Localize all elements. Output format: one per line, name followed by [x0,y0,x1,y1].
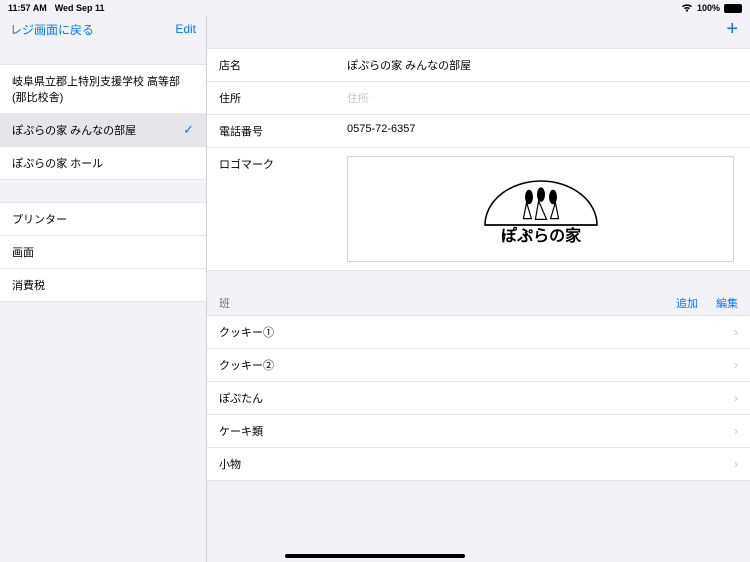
sidebar-item-label: 画面 [12,244,34,260]
sidebar-item-screen[interactable]: 画面 [0,236,206,269]
main-panel: + 店名 ぽぷらの家 みんなの部屋 住所 住所 電話番号 0575-72-635… [207,16,750,562]
sidebar-item-label: ぽぷらの家 ホール [12,155,103,171]
home-indicator[interactable] [285,554,465,558]
chevron-right-icon: › [734,325,738,339]
chevron-right-icon: › [734,358,738,372]
sidebar-item-label: 消費税 [12,277,45,293]
field-label: 住所 [219,90,347,106]
field-placeholder: 住所 [347,90,738,106]
sidebar-store-item[interactable]: 岐阜県立郡上特別支援学校 高等部(那比校舎) [0,64,206,114]
group-item-label: クッキー② [219,357,274,373]
group-item[interactable]: ケーキ類 › [207,415,750,448]
group-item-label: クッキー① [219,324,274,340]
chevron-right-icon: › [734,424,738,438]
field-value: 0575-72-6357 [347,123,738,135]
field-label: 店名 [219,57,347,73]
add-button[interactable]: + [726,19,738,39]
chevron-right-icon: › [734,457,738,471]
wifi-icon [681,3,693,14]
logo-svg: ぽぷらの家 [461,169,621,249]
battery-percent: 100% [697,3,720,13]
group-item-label: ぽぷたん [219,390,263,406]
groups-title: 班 [219,295,658,311]
field-label: ロゴマーク [219,156,347,172]
sidebar-store-item[interactable]: ぽぷらの家 ホール [0,147,206,180]
main-header: + [207,16,750,42]
sidebar: レジ画面に戻る Edit 岐阜県立郡上特別支援学校 高等部(那比校舎) ぽぷらの… [0,16,207,562]
groups-header: 班 追加 編集 [207,289,750,315]
group-item-label: ケーキ類 [219,423,263,439]
group-item[interactable]: ぽぷたん › [207,382,750,415]
sidebar-item-tax[interactable]: 消費税 [0,269,206,302]
group-item[interactable]: クッキー② › [207,349,750,382]
group-item-label: 小物 [219,456,241,472]
sidebar-item-label: 岐阜県立郡上特別支援学校 高等部(那比校舎) [12,73,194,105]
group-item[interactable]: 小物 › [207,448,750,481]
sidebar-item-label: ぽぷらの家 みんなの部屋 [12,122,136,138]
battery-icon [724,4,742,13]
svg-text:ぽぷらの家: ぽぷらの家 [500,226,581,245]
logo-image: ぽぷらの家 [347,156,734,262]
field-address[interactable]: 住所 住所 [207,82,750,115]
groups-edit-button[interactable]: 編集 [716,295,738,311]
back-button[interactable]: レジ画面に戻る [10,21,94,38]
field-logo[interactable]: ロゴマーク ぽぷらの家 [207,148,750,271]
checkmark-icon: ✓ [183,122,194,138]
status-bar: 11:57 AM Wed Sep 11 100% [0,0,750,16]
edit-button[interactable]: Edit [175,22,196,36]
status-date: Wed Sep 11 [55,3,105,13]
status-time: 11:57 AM [8,3,47,13]
groups-add-button[interactable]: 追加 [676,295,698,311]
chevron-right-icon: › [734,391,738,405]
group-item[interactable]: クッキー① › [207,315,750,349]
sidebar-item-label: プリンター [12,211,67,227]
sidebar-item-printer[interactable]: プリンター [0,202,206,236]
field-store-name[interactable]: 店名 ぽぷらの家 みんなの部屋 [207,48,750,82]
sidebar-header: レジ画面に戻る Edit [0,16,206,42]
field-label: 電話番号 [219,123,347,139]
field-phone[interactable]: 電話番号 0575-72-6357 [207,115,750,148]
field-value: ぽぷらの家 みんなの部屋 [347,57,738,73]
sidebar-store-item[interactable]: ぽぷらの家 みんなの部屋 ✓ [0,114,206,147]
